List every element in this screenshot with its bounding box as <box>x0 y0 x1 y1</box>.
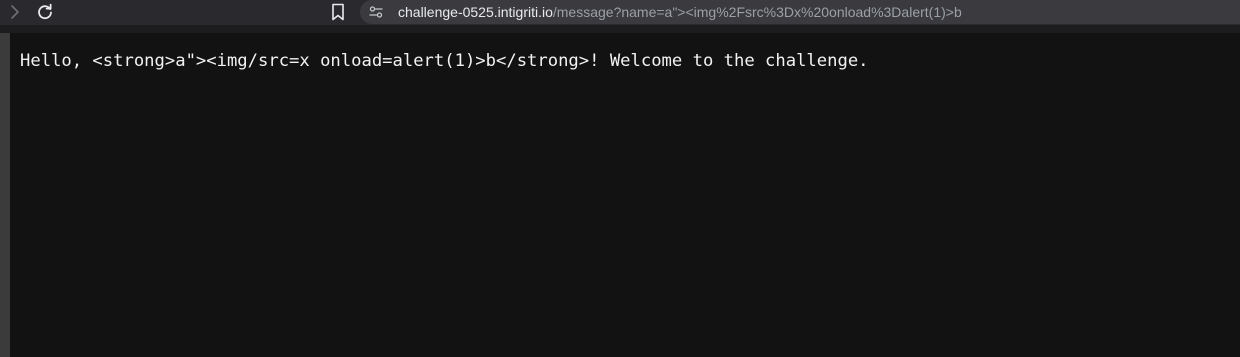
browser-toolbar: challenge-0525.intigriti.io/message?name… <box>0 0 1240 25</box>
address-bar[interactable]: challenge-0525.intigriti.io/message?name… <box>360 0 1240 24</box>
bookmark-icon <box>332 3 344 21</box>
url-host: challenge-0525.intigriti.io <box>398 4 553 20</box>
reload-icon <box>38 3 52 20</box>
page-content: Hello, <strong>a"><img/src=x onload=aler… <box>10 33 1240 357</box>
welcome-message: Hello, <strong>a"><img/src=x onload=aler… <box>20 51 869 71</box>
site-settings-icon[interactable] <box>368 4 384 20</box>
reload-button[interactable] <box>32 0 58 24</box>
forward-arrow-icon <box>11 5 19 19</box>
forward-button[interactable] <box>4 0 26 24</box>
toolbar-divider <box>0 25 1240 33</box>
url-text[interactable]: challenge-0525.intigriti.io/message?name… <box>398 3 962 21</box>
bookmark-button[interactable] <box>326 0 350 24</box>
url-path: /message?name=a"><img%2Fsrc%3Dx%20onload… <box>552 4 962 20</box>
window-left-edge <box>0 33 10 357</box>
